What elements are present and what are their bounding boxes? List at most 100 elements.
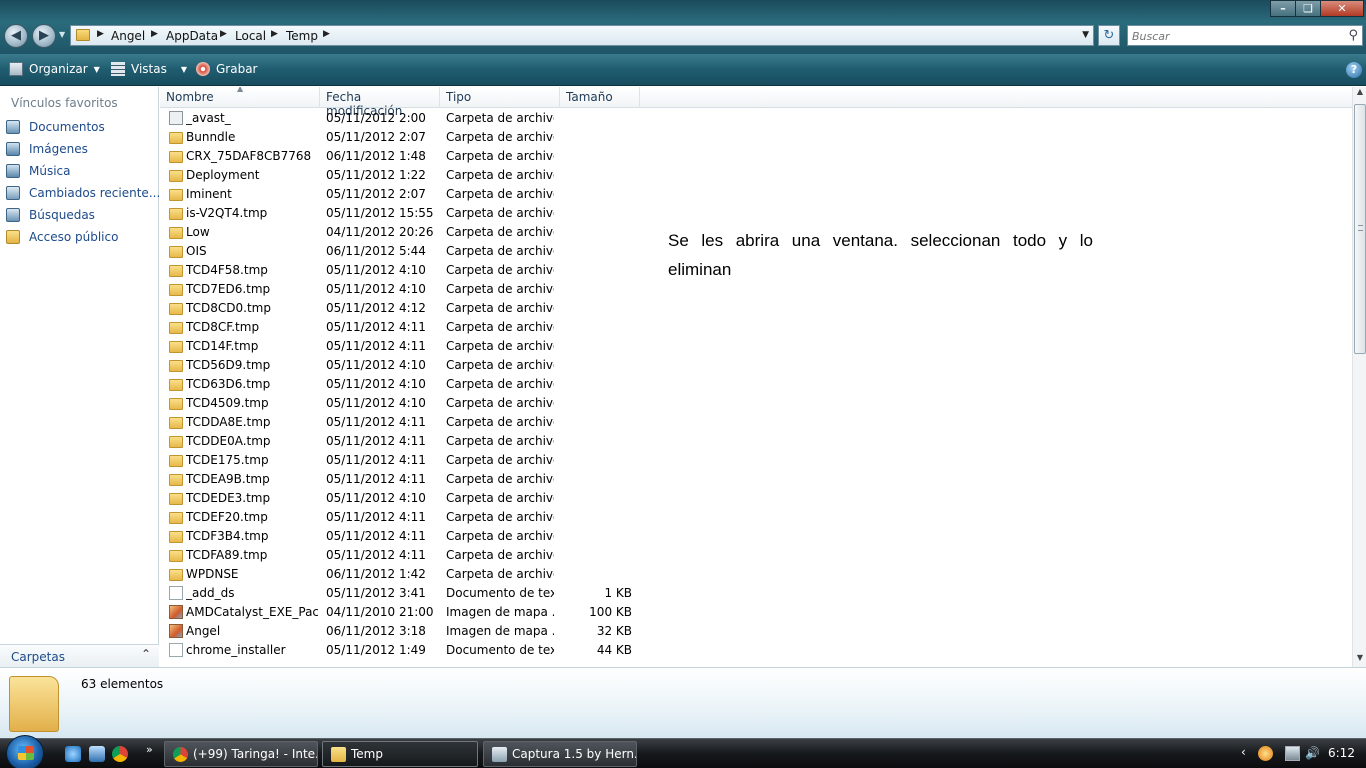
favorite-item-music[interactable]: Música <box>6 164 71 184</box>
breadcrumb-item-appdata[interactable]: AppData <box>166 29 218 43</box>
organize-button[interactable]: Organizar ▼ <box>9 62 100 76</box>
file-row[interactable]: TCDEDE3.tmp 05/11/2012 4:10 Carpeta de arc… <box>160 489 640 508</box>
file-row[interactable]: Deployment 05/11/2012 1:22 Carpeta de arch… <box>160 166 640 185</box>
show-desktop-icon[interactable] <box>89 746 105 762</box>
file-row[interactable]: TCDE175.tmp 05/11/2012 4:11 Carpeta de arc… <box>160 451 640 470</box>
folder-icon <box>169 455 183 467</box>
search-input[interactable] <box>1132 28 1332 44</box>
file-row[interactable]: Low 04/11/2012 20:26 Carpeta de archivos <box>160 223 640 242</box>
breadcrumb-arrow-icon[interactable]: ▶ <box>271 29 278 39</box>
file-row[interactable]: TCDF3B4.tmp 05/11/2012 4:11 Carpeta de arc… <box>160 527 640 546</box>
file-row[interactable]: TCD4F58.tmp 05/11/2012 4:10 Carpeta de arc… <box>160 261 640 280</box>
file-row[interactable]: TCDDE0A.tmp 05/11/2012 4:11 Carpeta de arc… <box>160 432 640 451</box>
search-icon[interactable]: ⚲ <box>1348 28 1358 43</box>
refresh-button[interactable]: ↻ <box>1098 25 1120 46</box>
file-row[interactable]: TCD4509.tmp 05/11/2012 4:10 Carpeta de arc… <box>160 394 640 413</box>
scrollbar-thumb[interactable] <box>1354 104 1366 354</box>
file-row[interactable]: is-V2QT4.tmp 05/11/2012 15:55 Carpeta de a… <box>160 204 640 223</box>
column-header-name[interactable]: Nombre ▲ <box>160 87 320 108</box>
scroll-up-icon[interactable]: ▲ <box>1353 87 1366 101</box>
forward-button[interactable]: ▶ <box>32 24 56 48</box>
file-row[interactable]: Angel 06/11/2012 3:18 Imagen de mapa ... 32… <box>160 622 640 641</box>
breadcrumb-item-angel[interactable]: Angel <box>111 29 145 43</box>
file-row[interactable]: WPDNSE 06/11/2012 1:42 Carpeta de archivos <box>160 565 640 584</box>
favorite-item-pictures[interactable]: Imágenes <box>6 142 88 162</box>
folder-icon <box>169 246 183 258</box>
file-type: Carpeta de archivos <box>446 339 554 353</box>
chrome-icon[interactable] <box>112 746 128 762</box>
clock[interactable]: 6:12 <box>1328 746 1355 760</box>
file-list: Nombre ▲ Fecha modificación Tipo Tamaño … <box>160 87 1352 667</box>
breadcrumb-arrow-icon[interactable]: ▶ <box>323 29 330 39</box>
close-icon: ✕ <box>1337 2 1347 15</box>
minimize-button[interactable]: – <box>1270 0 1296 17</box>
file-row[interactable]: TCD63D6.tmp 05/11/2012 4:10 Carpeta de arc… <box>160 375 640 394</box>
folder-icon <box>169 265 183 277</box>
start-button[interactable] <box>6 735 44 768</box>
chevron-down-icon: ▼ <box>180 65 187 74</box>
taskbar-item-capture[interactable]: Captura 1.5 by Hern... <box>483 741 637 767</box>
favorite-item-documents[interactable]: Documentos <box>6 120 105 140</box>
file-type: Carpeta de archivos <box>446 263 554 277</box>
breadcrumb-arrow-icon[interactable]: ▶ <box>151 29 158 39</box>
help-icon[interactable]: ? <box>1346 62 1362 78</box>
recent-pages-chevron-icon[interactable]: ▼ <box>59 30 65 39</box>
taskbar-item-explorer[interactable]: Temp <box>322 741 478 767</box>
close-button[interactable]: ✕ <box>1320 0 1364 17</box>
network-icon[interactable] <box>1285 746 1300 761</box>
favorite-item-label: Documentos <box>29 120 105 134</box>
tray-expand-icon[interactable]: ‹ <box>1241 745 1246 759</box>
burn-button[interactable]: Grabar <box>196 62 258 76</box>
file-type: Carpeta de archivos <box>446 206 554 220</box>
file-row[interactable]: Bunndle 05/11/2012 2:07 Carpeta de archivo… <box>160 128 640 147</box>
search-box[interactable]: ⚲ <box>1127 25 1363 46</box>
file-row[interactable]: TCDEF20.tmp 05/11/2012 4:11 Carpeta de arc… <box>160 508 640 527</box>
internet-explorer-icon[interactable] <box>65 746 81 762</box>
file-row[interactable]: _avast_ 05/11/2012 2:00 Carpeta de archivo… <box>160 109 640 128</box>
address-dropdown-icon[interactable]: ▼ <box>1082 30 1089 40</box>
volume-icon[interactable]: 🔊 <box>1305 746 1320 761</box>
breadcrumb-item-local[interactable]: Local <box>235 29 266 43</box>
file-row[interactable]: TCDDA8E.tmp 05/11/2012 4:11 Carpeta de arc… <box>160 413 640 432</box>
column-header-date[interactable]: Fecha modificación <box>320 87 440 118</box>
file-row[interactable]: Iminent 05/11/2012 2:07 Carpeta de archivo… <box>160 185 640 204</box>
vertical-scrollbar[interactable]: ▲ ▼ <box>1352 87 1366 667</box>
favorite-item-searches[interactable]: Búsquedas <box>6 208 95 228</box>
file-row[interactable]: chrome_installer 05/11/2012 1:49 Documento… <box>160 641 640 660</box>
file-name: Low <box>186 225 210 239</box>
file-type: Carpeta de archivos <box>446 377 554 391</box>
file-row[interactable]: _add_ds 05/11/2012 3:41 Documento de tex..… <box>160 584 640 603</box>
file-date: 05/11/2012 4:11 <box>326 434 426 448</box>
breadcrumb-arrow-icon[interactable]: ▶ <box>97 29 104 39</box>
taskbar-item-browser[interactable]: (+99) Taringa! - Inte... <box>164 741 318 767</box>
file-date: 06/11/2012 3:18 <box>326 624 426 638</box>
file-row[interactable]: TCD14F.tmp 05/11/2012 4:11 Carpeta de arch… <box>160 337 640 356</box>
scroll-down-icon[interactable]: ▼ <box>1353 653 1366 667</box>
title-bar: ◀ ▶ ▼ ▶ Angel ▶ AppData ▶ Local ▶ Temp ▶… <box>0 0 1366 54</box>
favorite-item-public[interactable]: Acceso público <box>6 230 118 250</box>
file-row[interactable]: TCDEA9B.tmp 05/11/2012 4:11 Carpeta de arc… <box>160 470 640 489</box>
breadcrumb-item-temp[interactable]: Temp <box>286 29 318 43</box>
file-row[interactable]: CRX_75DAF8CB7768 06/11/2012 1:48 Carpeta d… <box>160 147 640 166</box>
file-row[interactable]: TCD8CF.tmp 05/11/2012 4:11 Carpeta de arch… <box>160 318 640 337</box>
file-row[interactable]: TCD7ED6.tmp 05/11/2012 4:10 Carpeta de arc… <box>160 280 640 299</box>
address-bar[interactable]: ▶ Angel ▶ AppData ▶ Local ▶ Temp ▶ ▼ <box>70 25 1094 46</box>
favorite-item-recent[interactable]: Cambiados reciente... <box>6 186 160 206</box>
column-header-type[interactable]: Tipo <box>440 87 560 108</box>
grip-icon <box>1358 225 1363 231</box>
folders-toggle[interactable]: Carpetas ⌃ <box>0 644 159 667</box>
views-button[interactable]: Vistas ▼ <box>111 62 187 76</box>
maximize-button[interactable]: ❏ <box>1295 0 1321 17</box>
file-row[interactable]: AMDCatalyst_EXE_Pac... 04/11/2010 21:00 Im… <box>160 603 640 622</box>
column-header-size[interactable]: Tamaño <box>560 87 640 108</box>
file-row[interactable]: TCDFA89.tmp 05/11/2012 4:11 Carpeta de arc… <box>160 546 640 565</box>
file-row[interactable]: TCD56D9.tmp 05/11/2012 4:10 Carpeta de arc… <box>160 356 640 375</box>
file-type: Documento de tex... <box>446 643 554 657</box>
file-row[interactable]: OIS 06/11/2012 5:44 Carpeta de archivos <box>160 242 640 261</box>
antivirus-icon[interactable] <box>1258 746 1273 761</box>
chrome-icon <box>173 747 188 762</box>
back-button[interactable]: ◀ <box>4 24 28 48</box>
file-row[interactable]: TCD8CD0.tmp 05/11/2012 4:12 Carpeta de arc… <box>160 299 640 318</box>
quick-launch-more-icon[interactable]: » <box>146 743 153 756</box>
breadcrumb-arrow-icon[interactable]: ▶ <box>220 29 227 39</box>
